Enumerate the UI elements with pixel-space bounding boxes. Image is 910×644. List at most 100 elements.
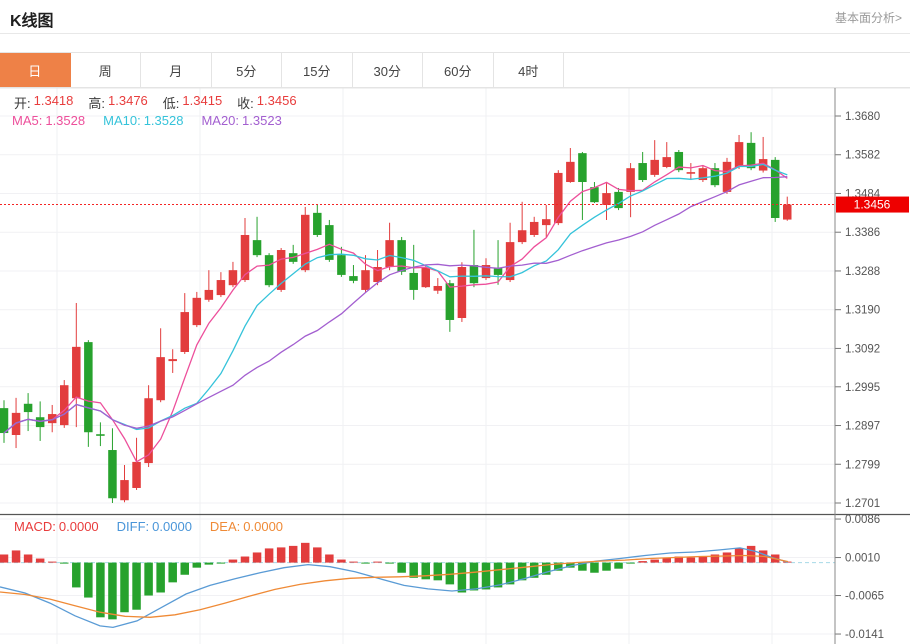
tab-interval-7[interactable]: 4时 bbox=[494, 53, 565, 87]
macdRow-item: DEA:0.0000 bbox=[210, 519, 283, 534]
tab-interval-6[interactable]: 60分 bbox=[423, 53, 494, 87]
readout-value: 1.3456 bbox=[257, 93, 297, 112]
candle-body bbox=[168, 359, 177, 361]
macd-hist-bar bbox=[253, 552, 261, 562]
macd-hist-bar bbox=[36, 559, 45, 563]
candle-body bbox=[458, 267, 467, 318]
macd-hist-bar bbox=[723, 552, 732, 562]
macd-hist-bar bbox=[72, 563, 81, 588]
macd-hist-bar bbox=[361, 563, 370, 564]
candle-body bbox=[108, 450, 117, 498]
macd-hist-bar bbox=[590, 563, 599, 573]
macd-hist-bar bbox=[699, 557, 708, 563]
candle-body bbox=[349, 276, 358, 281]
macd-hist-bar bbox=[470, 563, 479, 591]
macd-hist-bar bbox=[156, 563, 165, 593]
tab-interval-3[interactable]: 5分 bbox=[212, 53, 283, 87]
macd-hist-bar bbox=[687, 558, 696, 563]
candle-body bbox=[84, 342, 93, 432]
current-price-label: 1.3456 bbox=[854, 198, 891, 212]
macd-hist-bar bbox=[602, 563, 611, 571]
candle-body bbox=[72, 347, 81, 398]
macd-hist-bar bbox=[638, 561, 647, 563]
macd-hist-bar bbox=[373, 562, 382, 563]
candle-body bbox=[650, 160, 659, 175]
candle-body bbox=[156, 357, 165, 400]
macd-hist-bar bbox=[614, 563, 623, 569]
macd-hist-bar bbox=[0, 554, 8, 562]
candle-body bbox=[723, 162, 732, 192]
y-axis-label: 1.3190 bbox=[845, 305, 880, 317]
candle-body bbox=[385, 240, 394, 267]
ohlcRow-item: 开:1.3418 bbox=[14, 93, 73, 112]
candle-body bbox=[687, 172, 696, 174]
candle-body bbox=[253, 240, 261, 255]
macd-hist-bar bbox=[458, 563, 467, 593]
candle-body bbox=[96, 434, 105, 436]
candle-body bbox=[24, 404, 32, 412]
macd-hist-bar bbox=[205, 563, 214, 565]
candle-body bbox=[181, 312, 190, 352]
macdRow-item: DIFF:0.0000 bbox=[117, 519, 192, 534]
macd-hist-bar bbox=[241, 557, 250, 563]
readout-value: 1.3415 bbox=[182, 93, 222, 112]
readout-value: 1.3476 bbox=[108, 93, 148, 112]
macd-hist-bar bbox=[229, 560, 238, 563]
candle-body bbox=[205, 290, 214, 300]
macd-hist-bar bbox=[277, 547, 286, 562]
tab-interval-5[interactable]: 30分 bbox=[353, 53, 424, 87]
tab-interval-2[interactable]: 月 bbox=[141, 53, 212, 87]
y-axis-label: 1.3680 bbox=[845, 111, 880, 123]
macd-hist-bar bbox=[217, 563, 226, 564]
candle-body bbox=[590, 187, 599, 202]
candle-body bbox=[578, 153, 587, 182]
tab-interval-1[interactable]: 周 bbox=[71, 53, 142, 87]
candle-body bbox=[265, 255, 274, 285]
candle-body bbox=[313, 213, 322, 235]
macd-hist-bar bbox=[132, 563, 141, 610]
macd-hist-bar bbox=[289, 546, 298, 563]
y-axis-label: 1.2701 bbox=[845, 498, 880, 510]
macd-hist-bar bbox=[301, 543, 310, 563]
candle-body bbox=[120, 480, 129, 500]
y-axis-label: 1.2799 bbox=[845, 459, 880, 471]
candle-body bbox=[626, 168, 635, 192]
readout-value: 0.0000 bbox=[152, 519, 192, 534]
readout-value: 0.0000 bbox=[243, 519, 283, 534]
macd-hist-bar bbox=[181, 563, 190, 575]
tab-interval-0[interactable]: 日 bbox=[0, 53, 71, 87]
maRow-item: MA20:1.3523 bbox=[201, 113, 281, 128]
readout-label: MA20: bbox=[201, 113, 239, 128]
candle-body bbox=[530, 222, 539, 235]
candle-body bbox=[566, 162, 575, 182]
readout-label: MACD: bbox=[14, 519, 56, 534]
tab-interval-4[interactable]: 15分 bbox=[282, 53, 353, 87]
candle-body bbox=[434, 286, 443, 291]
y-axis-label: 1.3582 bbox=[845, 150, 880, 162]
macd-hist-bar bbox=[434, 563, 443, 581]
macd-hist-bar bbox=[650, 560, 659, 563]
candle-body bbox=[132, 462, 141, 488]
macd-hist-bar bbox=[265, 548, 274, 562]
candle-body bbox=[409, 273, 418, 290]
ma5-line bbox=[4, 163, 787, 461]
macd-hist-bar bbox=[422, 563, 431, 580]
macd-hist-bar bbox=[12, 550, 20, 562]
macd-hist-bar bbox=[349, 562, 358, 563]
candle-body bbox=[554, 173, 563, 223]
candle-body bbox=[217, 280, 226, 295]
macd-hist-bar bbox=[626, 563, 635, 564]
macd-hist-bar bbox=[96, 563, 105, 618]
ohlcRow-item: 收:1.3456 bbox=[237, 93, 296, 112]
y-axis-label: 1.3386 bbox=[845, 227, 880, 239]
macd-hist-bar bbox=[385, 563, 394, 564]
macd-hist-bar bbox=[48, 562, 57, 563]
readout-value: 1.3523 bbox=[242, 113, 282, 128]
maRow-item: MA5:1.3528 bbox=[12, 113, 85, 128]
readout-value: 1.3528 bbox=[144, 113, 184, 128]
macd-readout: MACD:0.0000DIFF:0.0000DEA:0.0000 bbox=[14, 519, 283, 534]
macd-hist-bar bbox=[494, 563, 503, 588]
macd-hist-bar bbox=[518, 563, 527, 581]
readout-value: 1.3528 bbox=[45, 113, 85, 128]
candle-body bbox=[361, 270, 370, 290]
